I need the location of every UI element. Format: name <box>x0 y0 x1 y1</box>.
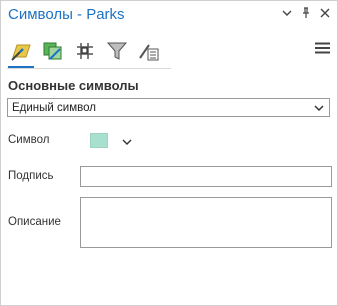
dropdown-value: Единый символ <box>12 101 96 114</box>
menu-icon[interactable] <box>315 42 330 57</box>
pane-title-tools <box>281 6 331 20</box>
close-icon[interactable] <box>319 6 331 20</box>
description-textarea[interactable] <box>80 197 332 248</box>
label-field-label: Подпись <box>8 170 54 182</box>
filter-icon <box>106 42 128 60</box>
pin-icon[interactable] <box>300 6 312 20</box>
tab-advanced-symbol-options[interactable] <box>135 35 163 67</box>
label-input[interactable] <box>80 166 332 187</box>
layers-icon <box>43 42 62 60</box>
tab-symbol-classes[interactable] <box>39 35 67 67</box>
brush-list-icon <box>139 44 159 61</box>
symbology-method-dropdown[interactable]: Единый символ <box>7 98 330 117</box>
description-field-label: Описание <box>8 216 61 228</box>
options-dropdown-icon[interactable] <box>281 6 293 20</box>
section-title: Основные символы <box>8 78 139 93</box>
grid-icon <box>77 43 93 59</box>
chevron-down-icon <box>314 103 324 116</box>
symbol-swatch[interactable] <box>90 133 108 148</box>
toolbar-divider <box>7 68 171 69</box>
tab-vary-symbology[interactable] <box>71 35 99 67</box>
paintbrush-icon <box>11 44 31 61</box>
tab-symbol-filter[interactable] <box>103 35 131 67</box>
symbology-pane: Символы - Parks Основные символы Единый … <box>0 0 338 306</box>
tab-primary-symbology[interactable] <box>7 35 35 69</box>
pane-title: Символы - Parks <box>8 6 125 23</box>
symbol-dropdown-chevron-icon[interactable] <box>122 137 132 149</box>
symbology-toolbar <box>7 29 163 69</box>
symbol-label: Символ <box>8 134 50 146</box>
